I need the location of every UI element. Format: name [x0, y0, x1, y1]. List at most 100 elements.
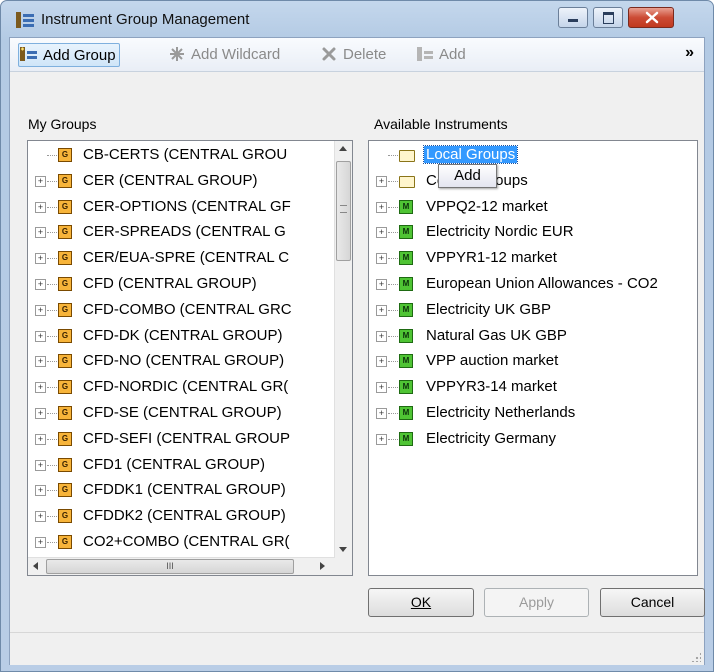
my-groups-horizontal-scrollbar[interactable]: III — [28, 557, 335, 575]
instrument-tree-item[interactable]: + M VPPYR3-14 market — [369, 375, 697, 399]
group-tree-item[interactable]: + G CFDDK1 (CENTRAL GROUP) — [28, 478, 334, 502]
instrument-tree-item[interactable]: + M Electricity UK GBP — [369, 298, 697, 322]
instrument-tree-item[interactable]: + M Natural Gas UK GBP — [369, 324, 697, 348]
expand-icon[interactable]: + — [376, 201, 387, 213]
window-title: Instrument Group Management — [41, 11, 250, 28]
maximize-button[interactable] — [593, 7, 623, 28]
add-button[interactable]: Add — [415, 43, 466, 65]
scroll-up-arrow[interactable] — [339, 146, 347, 151]
group-tree-item[interactable]: + G CER/EUA-SPRE (CENTRAL C — [28, 246, 334, 270]
instrument-tree-item[interactable]: + M Electricity Nordic EUR — [369, 220, 697, 244]
expand-icon[interactable]: + — [35, 227, 46, 239]
instrument-tree-item[interactable]: + M Electricity Netherlands — [369, 401, 697, 425]
scroll-corner — [335, 558, 352, 575]
expand-icon[interactable]: + — [35, 433, 46, 445]
expand-icon[interactable]: + — [376, 382, 387, 394]
instrument-tree-item[interactable]: + M VPPQ2-12 market — [369, 195, 697, 219]
instrument-tree-item[interactable]: + M VPPYR1-12 market — [369, 246, 697, 270]
group-tree-item[interactable]: + G CFD-NO (CENTRAL GROUP) — [28, 349, 334, 373]
instrument-tree-item[interactable]: +Central Groups — [369, 169, 697, 193]
close-button[interactable] — [628, 7, 674, 28]
my-groups-vertical-scrollbar[interactable] — [334, 141, 352, 558]
add-tooltip: Add — [438, 164, 497, 188]
toolbar: Add Group Add Wildcard Delete Add » — [10, 38, 704, 72]
group-icon: G — [58, 457, 72, 472]
add-group-button[interactable]: Add Group — [18, 43, 120, 67]
expand-icon[interactable]: + — [35, 253, 46, 265]
tree-connector — [47, 464, 57, 466]
expand-icon[interactable]: + — [35, 511, 46, 523]
expand-icon[interactable]: + — [376, 408, 387, 419]
expand-icon[interactable]: + — [376, 227, 387, 239]
scroll-right-arrow[interactable] — [320, 562, 325, 570]
add-wildcard-button[interactable]: Add Wildcard — [167, 43, 280, 65]
expand-icon[interactable]: + — [35, 537, 46, 548]
instrument-tree-item[interactable]: + M VPP auction market — [369, 349, 697, 373]
market-icon: M — [399, 277, 413, 291]
minimize-button[interactable] — [558, 7, 588, 28]
group-icon: G — [58, 483, 72, 498]
scroll-left-arrow[interactable] — [33, 562, 38, 570]
group-tree-item[interactable]: + G CER-OPTIONS (CENTRAL GF — [28, 195, 334, 219]
group-label: CFD-NO (CENTRAL GROUP) — [83, 352, 285, 370]
apply-label: Apply — [518, 594, 555, 610]
market-icon: M — [399, 380, 413, 395]
ok-button[interactable]: OK — [368, 588, 474, 617]
market-icon: M — [399, 225, 413, 240]
vertical-scroll-thumb[interactable] — [336, 161, 351, 261]
group-tree-item[interactable]: + G CFD-SE (CENTRAL GROUP) — [28, 401, 334, 425]
instrument-label: Electricity UK GBP — [426, 300, 552, 318]
expand-icon[interactable]: + — [376, 253, 387, 265]
expand-icon[interactable]: + — [35, 485, 46, 497]
instrument-tree-item[interactable]: + M European Union Allowances - CO2 — [369, 272, 697, 296]
expand-icon[interactable]: + — [35, 279, 46, 290]
group-label: CER/EUA-SPRE (CENTRAL C — [83, 249, 290, 267]
group-tree-item[interactable]: + G CFD1 (CENTRAL GROUP) — [28, 453, 334, 477]
delete-button[interactable]: Delete — [319, 43, 386, 65]
scroll-down-arrow[interactable] — [339, 547, 347, 552]
folder-icon — [399, 175, 415, 188]
instrument-groups-icon — [16, 12, 34, 28]
group-tree-item[interactable]: + G CFD-DK (CENTRAL GROUP) — [28, 324, 334, 348]
instrument-tree-item[interactable]: + M Electricity Germany — [369, 427, 697, 451]
expand-icon[interactable]: + — [376, 175, 387, 187]
expand-icon[interactable]: + — [35, 356, 46, 368]
expand-icon[interactable]: + — [376, 330, 387, 342]
expand-icon[interactable]: + — [35, 304, 46, 316]
expand-icon[interactable]: + — [376, 433, 387, 445]
title-bar[interactable]: Instrument Group Management — [1, 1, 713, 37]
my-groups-tree[interactable]: G CB-CERTS (CENTRAL GROU + G CER (CENTRAL GR… — [27, 140, 353, 576]
group-tree-item[interactable]: + G CER (CENTRAL GROUP) — [28, 169, 334, 193]
expand-icon[interactable]: + — [35, 330, 46, 342]
instrument-label: VPP auction market — [426, 352, 559, 370]
tree-connector — [47, 361, 57, 363]
expand-icon[interactable]: + — [35, 459, 46, 471]
instrument-tree-item[interactable]: Local Groups — [369, 143, 697, 167]
expand-icon[interactable]: + — [35, 175, 46, 187]
group-icon: G — [58, 431, 72, 446]
group-tree-item[interactable]: G CB-CERTS (CENTRAL GROU — [28, 143, 334, 167]
group-tree-item[interactable]: + G CFD-COMBO (CENTRAL GRC — [28, 298, 334, 322]
expand-icon[interactable]: + — [35, 201, 46, 213]
expand-icon[interactable]: + — [376, 279, 387, 290]
expand-icon[interactable]: + — [35, 408, 46, 419]
group-label: CO2+COMBO (CENTRAL GR( — [83, 533, 290, 550]
toolbar-overflow-chevron[interactable]: » — [685, 44, 694, 62]
group-icon: G — [58, 380, 72, 395]
resize-grip-icon[interactable] — [691, 652, 701, 662]
group-tree-item[interactable]: + G CFD-SEFI (CENTRAL GROUP — [28, 427, 334, 451]
expand-icon[interactable]: + — [376, 356, 387, 368]
instrument-label: VPPQ2-12 market — [426, 197, 548, 215]
expand-icon[interactable]: + — [35, 382, 46, 394]
group-tree-item[interactable]: + G CFD-NORDIC (CENTRAL GR( — [28, 375, 334, 399]
horizontal-scroll-thumb[interactable]: III — [46, 559, 294, 574]
group-tree-item[interactable]: + G CFDDK2 (CENTRAL GROUP) — [28, 504, 334, 528]
group-tree-item[interactable]: + G CFD (CENTRAL GROUP) — [28, 272, 334, 296]
group-label: CFD-SE (CENTRAL GROUP) — [83, 404, 282, 421]
available-instruments-tree[interactable]: Local Groups+Central Groups+MVPPQ2-12 ma… — [368, 140, 698, 576]
expand-icon[interactable]: + — [376, 304, 387, 316]
group-tree-item[interactable]: + G CO2+COMBO (CENTRAL GR( — [28, 530, 334, 554]
group-tree-item[interactable]: + G CER-SPREADS (CENTRAL G — [28, 220, 334, 244]
apply-button[interactable]: Apply — [484, 588, 589, 617]
cancel-button[interactable]: Cancel — [600, 588, 705, 617]
